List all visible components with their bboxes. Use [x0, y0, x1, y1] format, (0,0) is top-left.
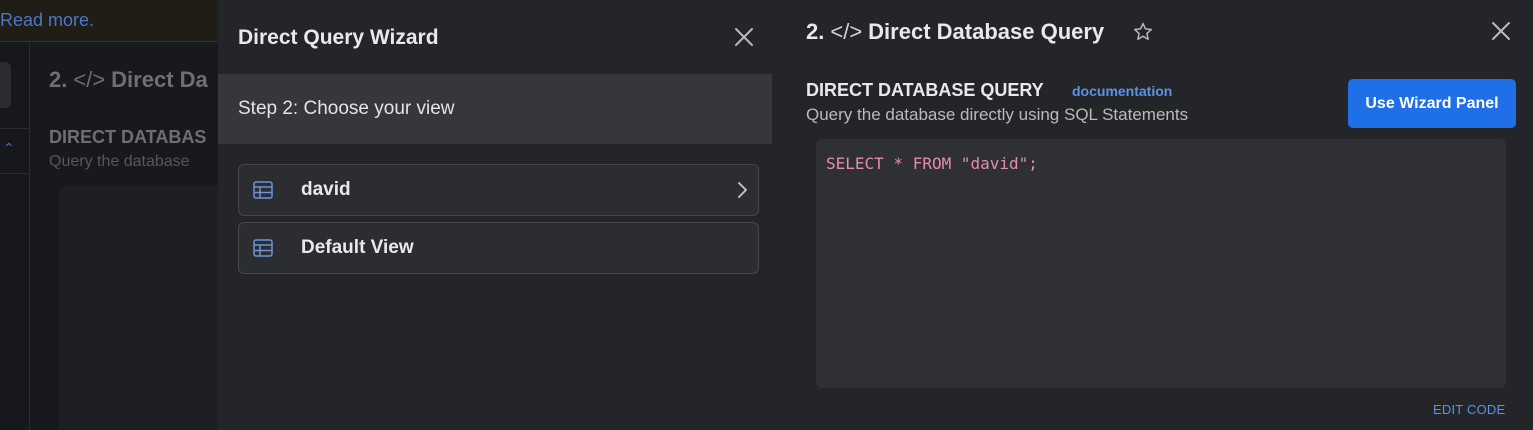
close-icon[interactable] [1489, 19, 1513, 43]
table-icon [253, 239, 273, 257]
section-subtitle: Query the database directly using SQL St… [806, 105, 1189, 124]
notice-banner: Read more. [0, 0, 218, 42]
close-icon[interactable] [732, 25, 756, 49]
read-more-link[interactable]: Read more. [0, 10, 94, 31]
star-icon[interactable] [1132, 21, 1154, 43]
chevron-up-icon[interactable]: ⌃ [3, 140, 15, 157]
view-item-david[interactable]: david [238, 164, 759, 216]
section-heading: DIRECT DATABASE QUERY [806, 80, 1044, 100]
sql-editor[interactable]: SELECT * FROM "david"; [816, 139, 1506, 388]
background-heading: DIRECT DATABAS [49, 127, 207, 147]
divider [0, 128, 30, 129]
background-page-title: 2. </> Direct Da [49, 67, 208, 92]
table-icon [253, 181, 273, 199]
sql-code: SELECT * FROM "david"; [826, 154, 1038, 173]
background-subtitle: Query the database [49, 153, 190, 170]
use-wizard-panel-button[interactable]: Use Wizard Panel [1348, 79, 1516, 128]
edit-code-link[interactable]: EDIT CODE [1433, 402, 1505, 417]
page-title: 2. </> Direct Database Query [806, 19, 1105, 44]
direct-database-query-panel: 2. </> Direct Database Query DIRECT DATABA… [772, 0, 1533, 430]
wizard-title: Direct Query Wizard [238, 26, 439, 49]
code-icon: </> [830, 19, 863, 44]
code-icon: </> [73, 67, 106, 92]
view-item-default-view[interactable]: Default View [238, 222, 759, 274]
direct-query-wizard-panel: Direct Query Wizard Step 2: Choose your … [218, 0, 772, 430]
wizard-step-header: Step 2: Choose your view [218, 74, 772, 144]
background-sidebar-button[interactable] [0, 62, 11, 108]
view-item-label: david [301, 179, 351, 200]
background-editor [59, 186, 218, 430]
divider [0, 173, 30, 174]
wizard-step-label: Step 2: Choose your view [238, 98, 455, 119]
chevron-right-icon [738, 182, 747, 198]
documentation-link[interactable]: documentation [1072, 83, 1172, 99]
background-app: Read more. ⌃ 2. </> Direct Da DIRECT DATAB… [0, 0, 218, 430]
view-item-label: Default View [301, 237, 414, 258]
app-root: Read more. ⌃ 2. </> Direct Da DIRECT DATAB… [0, 0, 1533, 430]
